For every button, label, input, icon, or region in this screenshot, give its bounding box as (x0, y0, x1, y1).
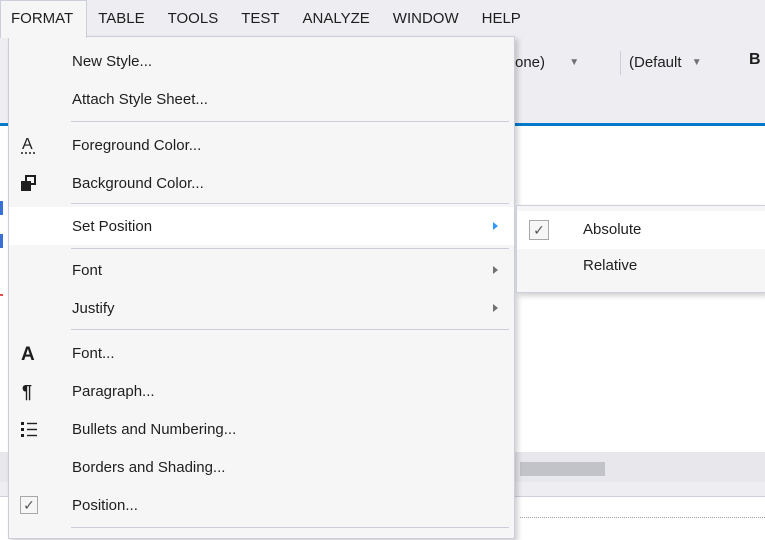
chevron-down-icon: ▼ (691, 57, 702, 68)
submenu-item-relative[interactable]: Relative (517, 250, 765, 288)
scrollbar-thumb[interactable] (520, 462, 605, 476)
checkbox-checked-icon: ✓ (17, 493, 41, 517)
selection-marker (0, 234, 3, 248)
bold-button[interactable]: B (749, 51, 761, 69)
menu-item-label: Font (72, 261, 103, 279)
menu-item-label: Set Position (72, 217, 153, 235)
menu-tools[interactable]: TOOLS (157, 0, 231, 37)
menu-item-bullets-numbering[interactable]: Bullets and Numbering... (9, 410, 514, 448)
svg-text:A: A (22, 136, 33, 153)
font-name-dropdown[interactable]: (Default ▼ (620, 51, 702, 75)
background-color-icon (17, 171, 41, 195)
menu-item-label: Position... (72, 496, 138, 514)
menu-item-position[interactable]: ✓ Position... (9, 486, 514, 524)
submenu-arrow-icon (493, 266, 498, 274)
menu-help[interactable]: HELP (471, 0, 533, 37)
menu-analyze[interactable]: ANALYZE (292, 0, 382, 37)
foreground-color-icon: A (17, 133, 41, 157)
svg-text:¶: ¶ (22, 382, 32, 401)
menu-item-attach-style-sheet[interactable]: Attach Style Sheet... (9, 80, 514, 118)
menu-table[interactable]: TABLE (87, 0, 156, 37)
menu-bar: FORMAT TABLE TOOLS TEST ANALYZE WINDOW H… (0, 0, 765, 38)
chevron-down-icon: ▼ (569, 57, 580, 68)
menu-item-label: Justify (72, 299, 115, 317)
menu-item-label: Borders and Shading... (72, 458, 226, 476)
menu-item-set-position[interactable]: Set Position (9, 207, 514, 245)
font-icon: A (17, 341, 41, 365)
error-marker (0, 294, 3, 296)
menu-item-new-style[interactable]: New Style... (9, 42, 514, 80)
paragraph-icon: ¶ (17, 379, 41, 403)
selection-marker (0, 201, 3, 215)
format-menu: New Style... Attach Style Sheet... A For… (8, 36, 515, 539)
menu-format[interactable]: FORMAT (0, 0, 88, 38)
set-position-submenu: ✓ Absolute Relative (516, 205, 765, 293)
menu-item-justify[interactable]: Justify (9, 289, 514, 327)
menu-separator (71, 248, 509, 249)
menu-separator (71, 329, 509, 330)
menu-separator (71, 203, 509, 204)
submenu-item-label: Relative (583, 257, 638, 274)
menu-item-background-color[interactable]: Background Color... (9, 164, 514, 202)
bullets-icon (17, 417, 41, 441)
submenu-item-absolute[interactable]: ✓ Absolute (517, 211, 765, 249)
menu-window[interactable]: WINDOW (382, 0, 471, 37)
menu-test[interactable]: TEST (230, 0, 291, 37)
check-icon: ✓ (20, 496, 38, 514)
menu-item-label: Background Color... (72, 174, 204, 192)
submenu-item-label: Absolute (583, 221, 642, 238)
menu-item-label: Foreground Color... (72, 136, 202, 154)
menu-item-paragraph[interactable]: ¶ Paragraph... (9, 372, 514, 410)
menu-item-borders-shading[interactable]: Borders and Shading... (9, 448, 514, 486)
menu-item-label: Bullets and Numbering... (72, 420, 237, 438)
submenu-arrow-icon (493, 222, 498, 230)
font-name-value: (Default (629, 54, 682, 71)
svg-text:A: A (21, 344, 35, 363)
menu-item-label: Font... (72, 344, 115, 362)
menu-item-font-dialog[interactable]: A Font... (9, 334, 514, 372)
dotted-divider (520, 517, 765, 518)
menu-item-foreground-color[interactable]: A Foreground Color... (9, 126, 514, 164)
menu-separator (71, 121, 509, 122)
menu-item-font-submenu[interactable]: Font (9, 251, 514, 289)
menu-item-label: Paragraph... (72, 382, 155, 400)
checkbox-checked-icon: ✓ (528, 219, 550, 241)
submenu-arrow-icon (493, 304, 498, 312)
menu-item-label: Attach Style Sheet... (72, 90, 208, 108)
check-icon: ✓ (529, 220, 549, 240)
block-format-dropdown[interactable]: one) ▼ (515, 51, 579, 75)
menu-separator (71, 527, 509, 528)
block-format-value: one) (515, 54, 546, 71)
menu-item-label: New Style... (72, 52, 153, 70)
